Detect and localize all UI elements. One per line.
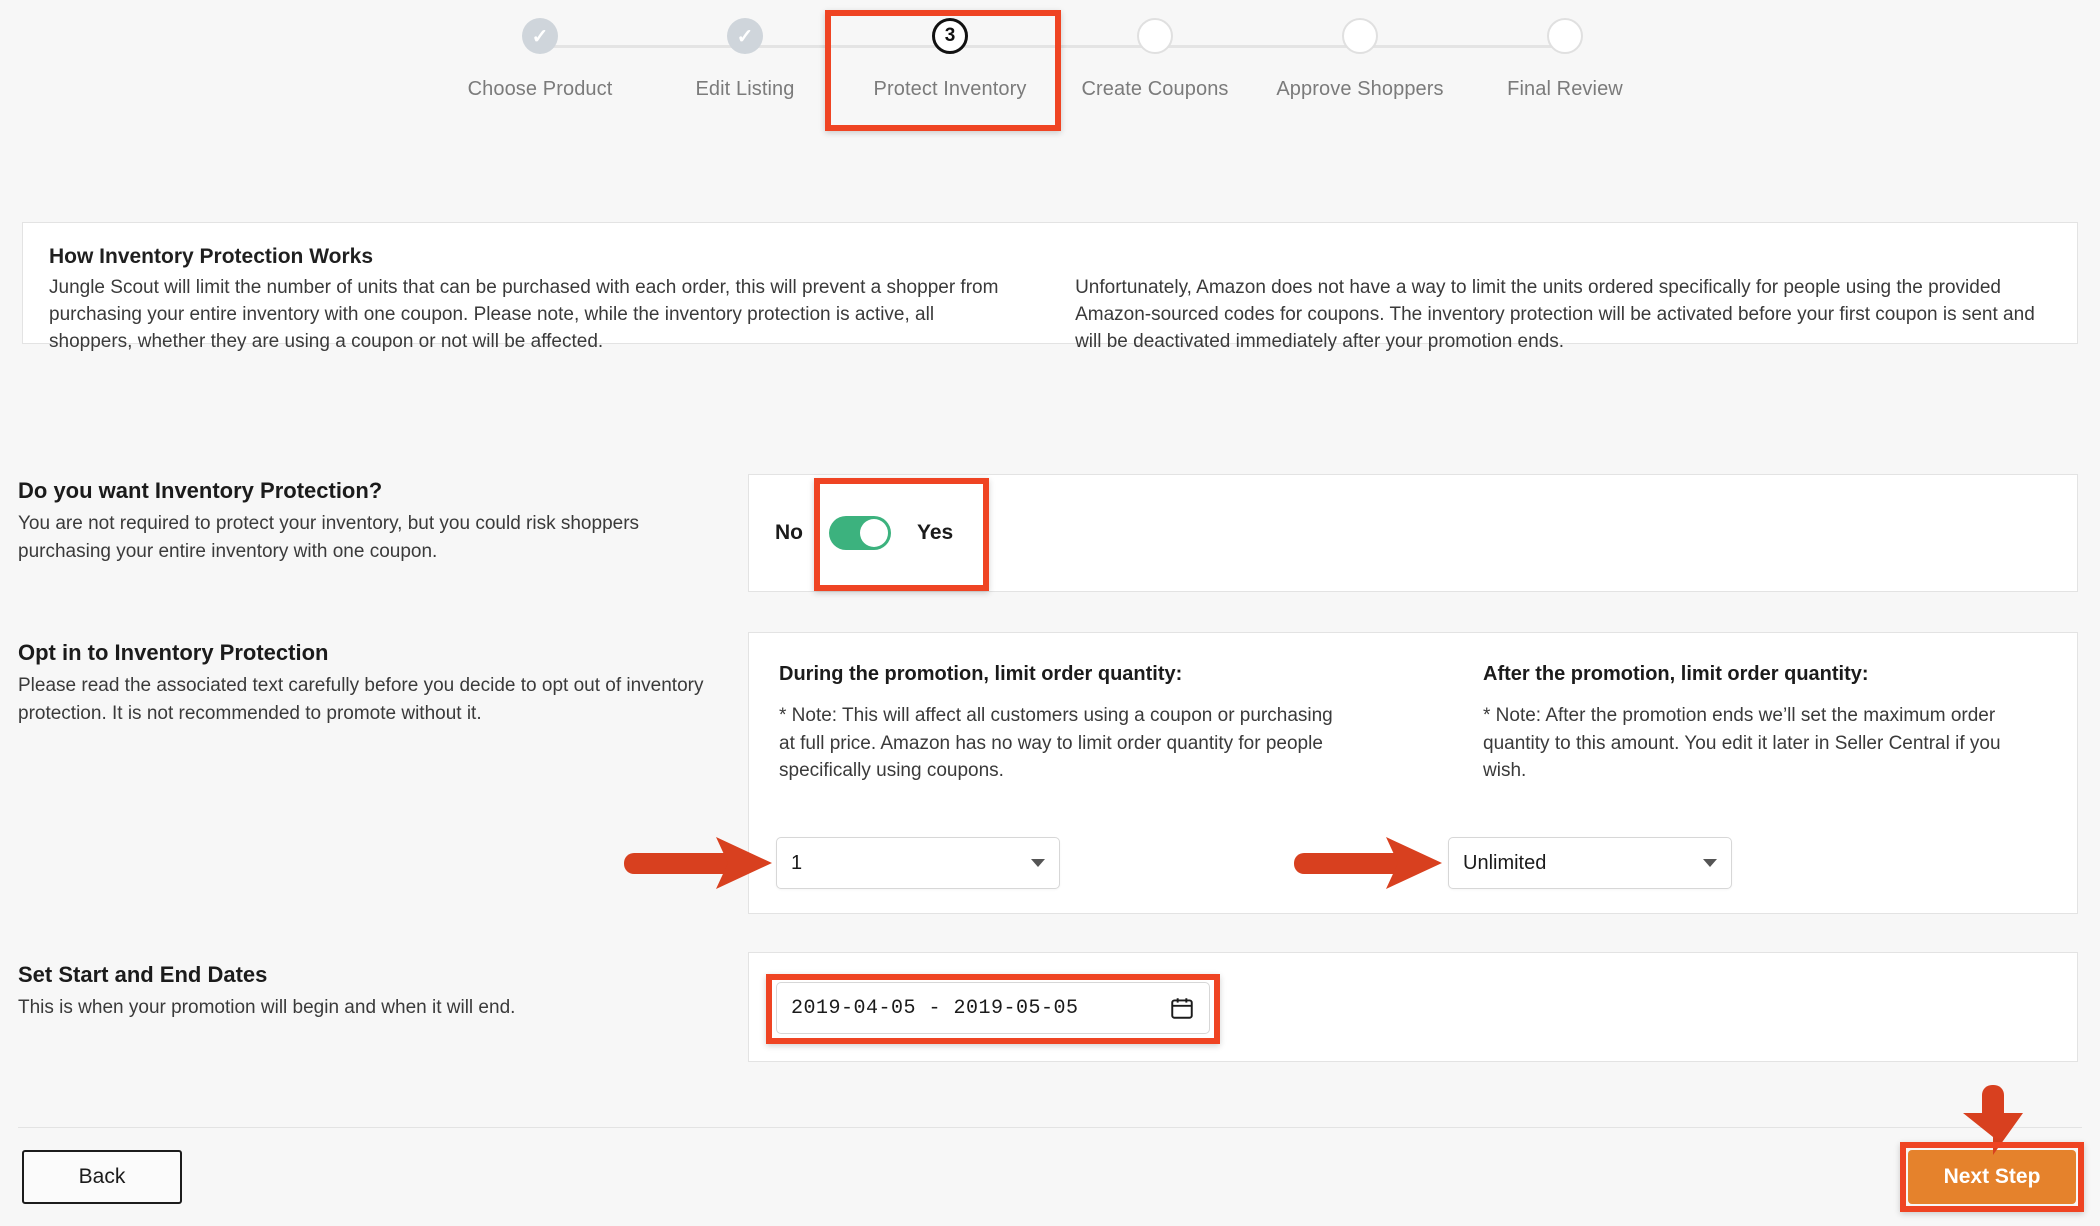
step-label: Edit Listing	[695, 78, 795, 100]
step-marker	[1137, 18, 1173, 54]
step-create-coupons[interactable]: Create Coupons	[1055, 18, 1255, 101]
protection-description: You are not required to protect your inv…	[18, 513, 640, 562]
optin-title: Opt in to Inventory Protection	[18, 640, 329, 665]
inventory-protection-page: ✓ Choose Product ✓ Edit Listing 3 Protec…	[0, 0, 2100, 1226]
step-label: Approve Shoppers	[1276, 78, 1444, 100]
step-marker: ✓	[522, 18, 558, 54]
chevron-down-icon	[1031, 859, 1045, 867]
toggle-label-no: No	[775, 521, 803, 544]
how-it-works-text-left: Jungle Scout will limit the number of un…	[49, 277, 999, 352]
dates-title: Set Start and End Dates	[18, 962, 268, 987]
annotation-arrow-after-quantity	[1294, 837, 1442, 889]
during-promotion-column: During the promotion, limit order quanti…	[779, 663, 1343, 785]
next-step-button[interactable]: Next Step	[1908, 1150, 2076, 1204]
protection-title: Do you want Inventory Protection?	[18, 478, 383, 503]
protection-section-text: Do you want Inventory Protection? You ar…	[18, 478, 718, 565]
footer-divider	[18, 1127, 2082, 1128]
promotion-date-range-value: 2019-04-05 - 2019-05-05	[791, 996, 1079, 1020]
step-label: Create Coupons	[1081, 78, 1229, 100]
how-it-works-title: How Inventory Protection Works	[49, 245, 373, 268]
during-promotion-heading: During the promotion, limit order quanti…	[779, 663, 1183, 685]
step-choose-product[interactable]: ✓ Choose Product	[440, 18, 640, 101]
optin-section-text: Opt in to Inventory Protection Please re…	[18, 640, 718, 727]
how-it-works-card: How Inventory Protection Works Jungle Sc…	[22, 222, 2078, 352]
step-label: Choose Product	[467, 78, 613, 100]
step-marker: 3	[932, 18, 968, 54]
step-marker	[1547, 18, 1583, 54]
how-it-works-text-right: Unfortunately, Amazon does not have a wa…	[1075, 277, 2035, 352]
during-promotion-quantity-select[interactable]: 1	[776, 837, 1060, 889]
dates-section-text: Set Start and End Dates This is when you…	[18, 962, 718, 1022]
wizard-stepper: ✓ Choose Product ✓ Edit Listing 3 Protec…	[0, 0, 2100, 135]
back-button[interactable]: Back	[22, 1150, 182, 1204]
annotation-arrow-next-step	[1963, 1085, 2023, 1155]
after-promotion-quantity-select[interactable]: Unlimited	[1448, 837, 1732, 889]
toggle-knob	[860, 519, 888, 547]
after-promotion-note: * Note: After the promotion ends we’ll s…	[1483, 705, 2001, 782]
step-approve-shoppers[interactable]: Approve Shoppers	[1260, 18, 1460, 101]
promotion-date-range-input[interactable]: 2019-04-05 - 2019-05-05	[776, 982, 1210, 1034]
during-promotion-quantity-value: 1	[791, 851, 803, 874]
during-promotion-note: * Note: This will affect all customers u…	[779, 705, 1333, 782]
calendar-icon[interactable]	[1169, 995, 1195, 1021]
chevron-down-icon	[1703, 859, 1717, 867]
inventory-protection-toggle[interactable]	[829, 516, 891, 550]
step-marker: ✓	[727, 18, 763, 54]
step-edit-listing[interactable]: ✓ Edit Listing	[645, 18, 845, 101]
dates-description: This is when your promotion will begin a…	[18, 997, 516, 1018]
step-protect-inventory[interactable]: 3 Protect Inventory	[850, 18, 1050, 101]
after-promotion-quantity-value: Unlimited	[1463, 851, 1547, 874]
step-marker	[1342, 18, 1378, 54]
protection-panel: No Yes	[748, 474, 2078, 592]
toggle-label-yes: Yes	[917, 521, 954, 544]
optin-description: Please read the associated text carefull…	[18, 675, 704, 724]
annotation-arrow-during-quantity	[624, 837, 772, 889]
step-label: Final Review	[1507, 78, 1623, 100]
after-promotion-column: After the promotion, limit order quantit…	[1483, 663, 2047, 785]
step-final-review[interactable]: Final Review	[1465, 18, 1665, 101]
after-promotion-heading: After the promotion, limit order quantit…	[1483, 663, 1869, 685]
step-label: Protect Inventory	[873, 78, 1027, 100]
